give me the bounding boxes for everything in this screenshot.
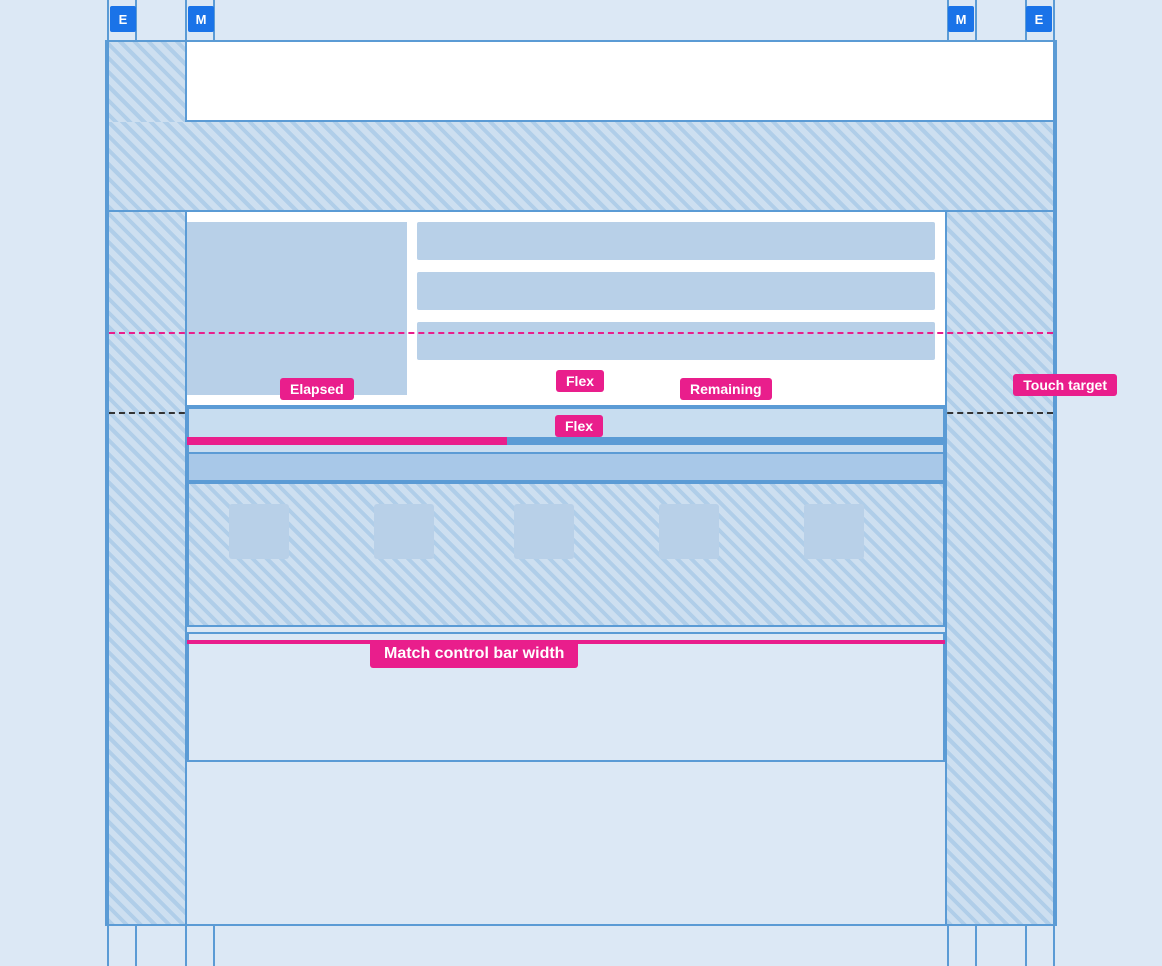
icon-3 <box>514 504 574 559</box>
content-lines <box>417 222 935 395</box>
elapsed-label: Elapsed <box>280 378 354 400</box>
main-layout-box <box>107 40 1055 926</box>
icon-5 <box>804 504 864 559</box>
content-line-1 <box>417 222 935 260</box>
content-image-placeholder <box>187 222 407 395</box>
icon-2 <box>374 504 434 559</box>
outer-right-strip <box>1055 40 1162 926</box>
icon-1 <box>229 504 289 559</box>
hatched-section <box>109 122 1053 212</box>
hatched-fill <box>109 122 1053 210</box>
touch-target-label: Touch target <box>1013 374 1117 396</box>
icons-section <box>187 482 945 627</box>
main-canvas: E M M E <box>0 0 1162 966</box>
header-section <box>187 42 1053 122</box>
icon-6 <box>944 504 945 559</box>
label-m-right: M <box>948 6 974 32</box>
pink-dashed-line <box>109 332 1053 334</box>
progress-bar-fill <box>187 437 507 445</box>
content-line-2 <box>417 272 935 310</box>
icons-bg <box>189 484 943 625</box>
label-e-left: E <box>110 6 136 32</box>
flex-label-2: Flex <box>555 415 603 437</box>
match-control-label: Match control bar width <box>370 640 578 668</box>
flex-bar-section <box>187 452 945 482</box>
content-line-3 <box>417 322 935 360</box>
label-e-right: E <box>1026 6 1052 32</box>
outer-left-strip <box>0 40 107 926</box>
remaining-label: Remaining <box>680 378 772 400</box>
icon-4 <box>659 504 719 559</box>
flex-label-1: Flex <box>556 370 604 392</box>
label-m-left: M <box>188 6 214 32</box>
